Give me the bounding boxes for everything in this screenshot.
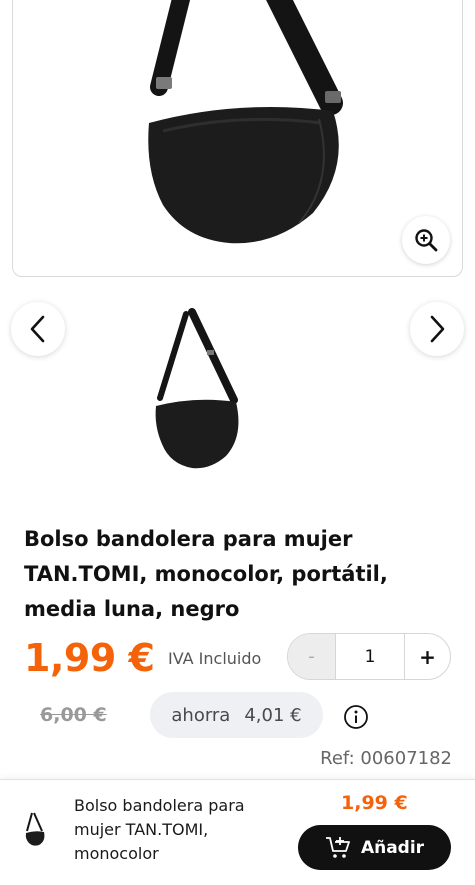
carousel-next-button[interactable]: [410, 302, 464, 356]
savings-value: 4,01 €: [244, 704, 302, 726]
product-reference: Ref: 00607182: [320, 748, 452, 769]
info-icon: [344, 705, 368, 729]
bottom-bar-price: 1,99 €: [341, 792, 408, 814]
bottom-bar-thumbnail: [25, 812, 45, 846]
savings-label: ahorra: [171, 704, 231, 726]
thumbnail-bag-image: [155, 308, 239, 469]
tax-note: IVA Incluido: [168, 649, 262, 668]
bottom-bar-product-name: Bolso bandolera para mujer TAN.TOMI, mon…: [74, 796, 245, 863]
zoom-button[interactable]: [402, 216, 450, 264]
carousel-prev-button[interactable]: [11, 302, 65, 356]
product-title: Bolso bandolera para mujer TAN.TOMI, mon…: [24, 527, 388, 621]
add-to-cart-button[interactable]: Añadir: [298, 825, 451, 870]
quantity-stepper: - 1 +: [287, 633, 451, 680]
info-button[interactable]: [343, 704, 369, 730]
add-to-cart-label: Añadir: [360, 837, 425, 858]
main-product-image[interactable]: [12, 0, 463, 277]
bag-image: [148, 0, 343, 244]
current-price: 1,99 €: [24, 636, 155, 680]
quantity-decrease-button[interactable]: -: [288, 634, 335, 679]
cart-add-icon: [325, 836, 350, 858]
zoom-in-icon: [415, 229, 438, 252]
chevron-left-icon: [30, 315, 45, 343]
old-price: 6,00 €: [40, 704, 107, 726]
chevron-right-icon: [430, 315, 445, 343]
product-thumbnail[interactable]: [140, 308, 270, 483]
savings-badge: ahorra 4,01 €: [150, 692, 323, 738]
quantity-increase-button[interactable]: +: [405, 634, 450, 679]
bottom-bar: Bolso bandolera para mujer TAN.TOMI, mon…: [0, 779, 475, 885]
quantity-input[interactable]: 1: [335, 634, 405, 679]
